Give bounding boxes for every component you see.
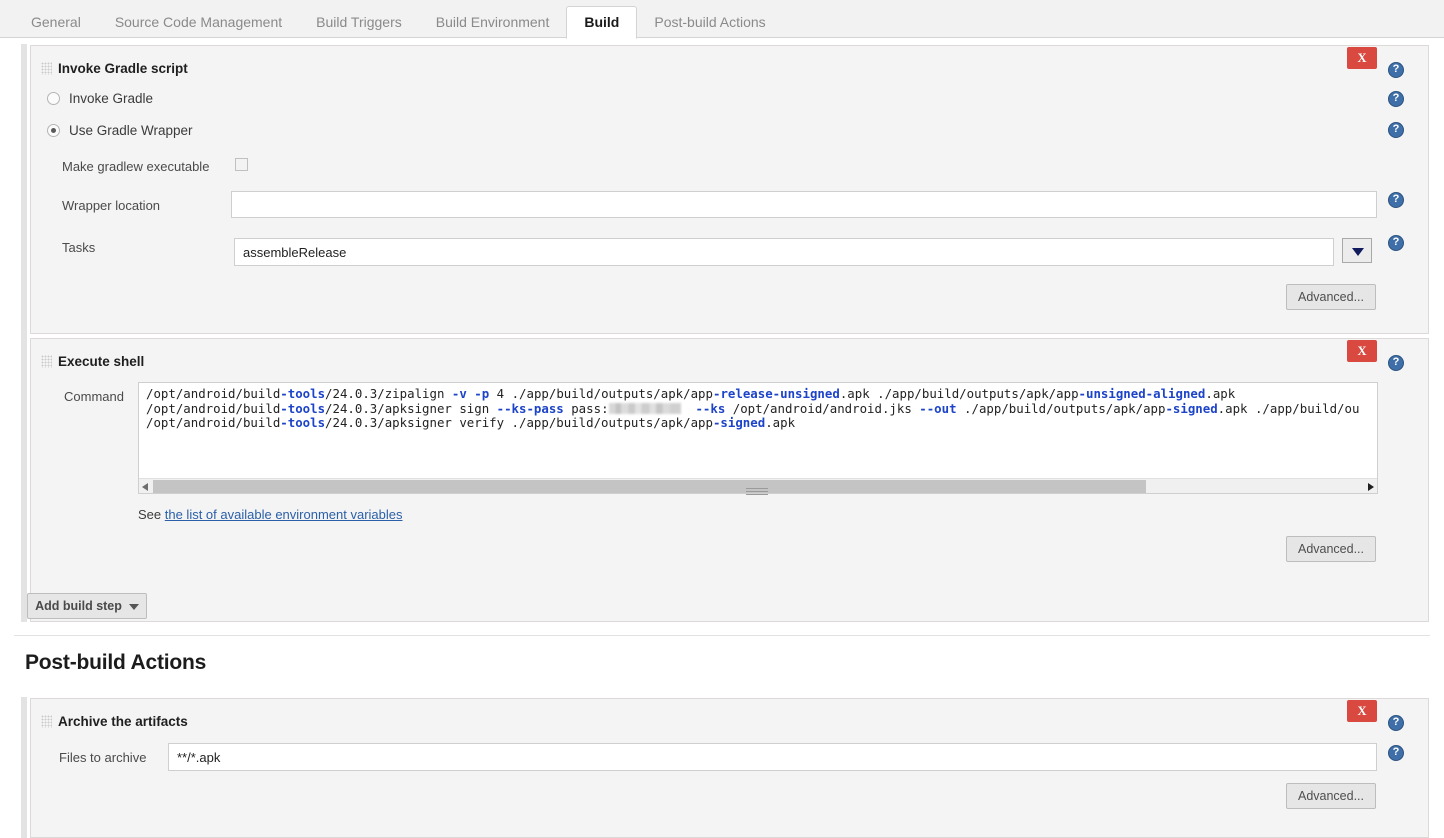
scroll-arrow-left-icon[interactable] [142,483,148,491]
post-build-actions-heading: Post-build Actions [25,651,207,674]
checkbox-make-gradlew-executable[interactable] [235,158,248,171]
shell-command-line: /opt/android/build-tools/24.0.3/zipalign… [146,386,1359,402]
delete-x-icon-archive[interactable]: X [1347,700,1377,722]
shell-token-text [681,401,696,416]
help-question-icon-shell-step[interactable] [1388,355,1404,371]
tab-build-triggers[interactable]: Build Triggers [299,6,419,38]
radio-invoke-gradle[interactable] [47,92,60,105]
input-files-to-archive[interactable] [168,743,1377,771]
shell-token-keyword: -tools [280,386,326,401]
shell-token-text: .apk ./app/build/ou [1217,400,1360,416]
label-files-to-archive: Files to archive [59,750,147,765]
advanced-button-gradle[interactable]: Advanced... [1286,284,1376,310]
env-vars-link[interactable]: the list of available environment variab… [165,507,403,522]
build-step-invoke-gradle [30,45,1429,334]
label-tasks: Tasks [62,240,96,255]
add-build-step-button[interactable]: Add build step [27,593,147,619]
radio-label-invoke-gradle: Invoke Gradle [69,91,154,106]
help-question-icon-wrapper-location[interactable] [1388,192,1404,208]
input-wrapper-location[interactable] [231,191,1377,218]
tab-list: General Source Code Management Build Trigg… [0,0,1444,39]
shell-token-text: /opt/android/build [146,400,281,416]
drag-grip-icon-shell[interactable] [41,355,52,368]
post-build-rail [21,697,27,838]
env-vars-hint: See the list of available environment va… [138,507,403,522]
input-tasks[interactable] [234,238,1334,266]
help-question-icon-invoke-gradle[interactable] [1388,91,1404,107]
shell-command-text: /opt/android/build-tools/24.0.3/zipalign… [146,386,1360,431]
build-steps-rail [21,44,27,622]
archive-artifacts-title: Archive the artifacts [58,714,188,729]
shell-token-keyword: -release-unsigned [712,386,840,401]
config-tab-bar: General Source Code Management Build Trigg… [0,0,1444,39]
help-question-icon-gradle-step[interactable] [1388,62,1404,78]
shell-token-keyword: -signed [712,415,766,430]
shell-token-text: 4 ./app/build/outputs/apk/app [489,386,713,401]
textarea-resize-grip[interactable] [746,488,768,495]
radio-use-gradle-wrapper[interactable] [47,124,60,137]
chevron-down-icon-add-build-step [128,603,139,610]
drag-grip-icon[interactable] [41,62,52,75]
radio-label-use-gradle-wrapper: Use Gradle Wrapper [69,123,193,138]
shell-token-keyword: -signed [1165,400,1218,416]
shell-token-text: /24.0.3/apksigner verify ./app/build/out… [325,415,713,430]
invoke-gradle-title: Invoke Gradle script [58,61,188,76]
advanced-button-shell[interactable]: Advanced... [1286,536,1376,562]
execute-shell-title: Execute shell [58,354,145,369]
help-question-icon-files-to-archive[interactable] [1388,745,1404,761]
shell-token-text: /opt/android/build [146,386,281,401]
post-build-divider [14,635,1430,636]
jenkins-job-config-page: General Source Code Management Build Trigg… [0,0,1444,838]
help-question-icon-archive-step[interactable] [1388,715,1404,731]
label-command: Command [64,389,124,404]
shell-token-keyword: --ks-pass [496,400,564,416]
tab-build[interactable]: Build [566,6,638,39]
help-question-icon-gradle-wrapper[interactable] [1388,122,1404,138]
shell-token-keyword: --out [919,400,957,416]
shell-token-text: /opt/android/build [146,415,281,430]
redacted-password-block [608,402,681,414]
shell-token-keyword: -unsigned-aligned [1078,386,1206,401]
env-vars-hint-prefix: See [138,507,165,522]
shell-token-keyword: -tools [280,400,326,416]
tab-build-environment[interactable]: Build Environment [419,6,567,38]
shell-token-text: pass: [563,400,609,416]
shell-token-keyword: -p [474,386,490,401]
shell-command-line: /opt/android/build-tools/24.0.3/apksigne… [146,400,1360,417]
add-build-step-label: Add build step [35,599,122,613]
shell-token-keyword: -tools [280,415,326,430]
shell-command-line: /opt/android/build-tools/24.0.3/apksigne… [146,415,1359,431]
tab-post-build-actions[interactable]: Post-build Actions [637,6,782,38]
shell-token-text: .apk [765,415,796,430]
delete-x-icon-gradle[interactable]: X [1347,47,1377,69]
advanced-button-archive[interactable]: Advanced... [1286,783,1376,809]
shell-token-text: .apk [1205,386,1236,401]
shell-token-keyword: -v [451,386,467,401]
label-wrapper-location: Wrapper location [62,198,161,213]
tab-general[interactable]: General [14,6,98,38]
scroll-arrow-right-icon[interactable] [1368,483,1374,491]
shell-token-text: /24.0.3/zipalign [325,386,452,401]
textarea-shell-command[interactable]: /opt/android/build-tools/24.0.3/zipalign… [138,382,1378,494]
radio-row-invoke-gradle[interactable]: Invoke Gradle [47,91,153,106]
drag-grip-icon-archive[interactable] [41,715,52,728]
chevron-down-icon-tasks[interactable] [1342,238,1372,263]
shell-token-keyword: --ks [695,400,726,416]
config-body: Invoke Gradle script X Invoke Gradle Use… [0,38,1444,838]
radio-row-use-gradle-wrapper[interactable]: Use Gradle Wrapper [47,123,193,138]
chevron-down-glyph [1352,248,1364,256]
label-make-gradlew-executable: Make gradlew executable [62,159,210,174]
delete-x-icon-shell[interactable]: X [1347,340,1377,362]
tab-source-code-management[interactable]: Source Code Management [98,6,299,38]
shell-token-text: /opt/android/android.jks [725,400,920,416]
scrollbar-thumb-command[interactable] [153,480,1146,493]
shell-token-text: ./app/build/outputs/apk/app [956,400,1166,416]
shell-token-text: .apk ./app/build/outputs/apk/app [839,386,1079,401]
help-question-icon-tasks[interactable] [1388,235,1404,251]
shell-token-text: /24.0.3/apksigner sign [325,400,497,416]
